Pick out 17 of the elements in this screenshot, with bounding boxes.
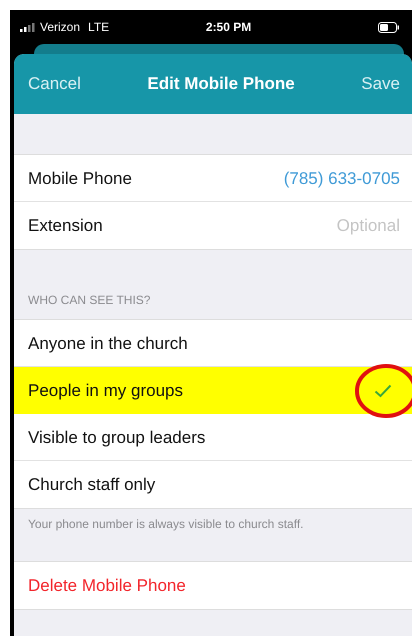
carrier-name: Verizon [40, 20, 80, 34]
visibility-option[interactable]: People in my groups [14, 367, 412, 414]
screen-title: Edit Mobile Phone [147, 74, 295, 94]
field-label: Mobile Phone [28, 168, 132, 188]
delete-button[interactable]: Delete Mobile Phone [28, 576, 186, 596]
checkmark-icon [374, 384, 392, 398]
extension-field[interactable]: Optional [240, 216, 400, 236]
section-header: WHO CAN SEE THIS? [28, 293, 150, 307]
signal-icon [20, 22, 36, 32]
network-type: LTE [88, 20, 110, 34]
battery-icon [378, 22, 400, 32]
visibility-option[interactable]: Visible to group leaders [14, 414, 412, 461]
footer-note: Your phone number is always visible to church staff. [28, 517, 304, 531]
visibility-option[interactable]: Anyone in the church [14, 320, 412, 367]
field-label: Extension [28, 216, 103, 236]
clock-time: 2:50 PM [206, 20, 252, 34]
visibility-option[interactable]: Church staff only [14, 461, 412, 508]
